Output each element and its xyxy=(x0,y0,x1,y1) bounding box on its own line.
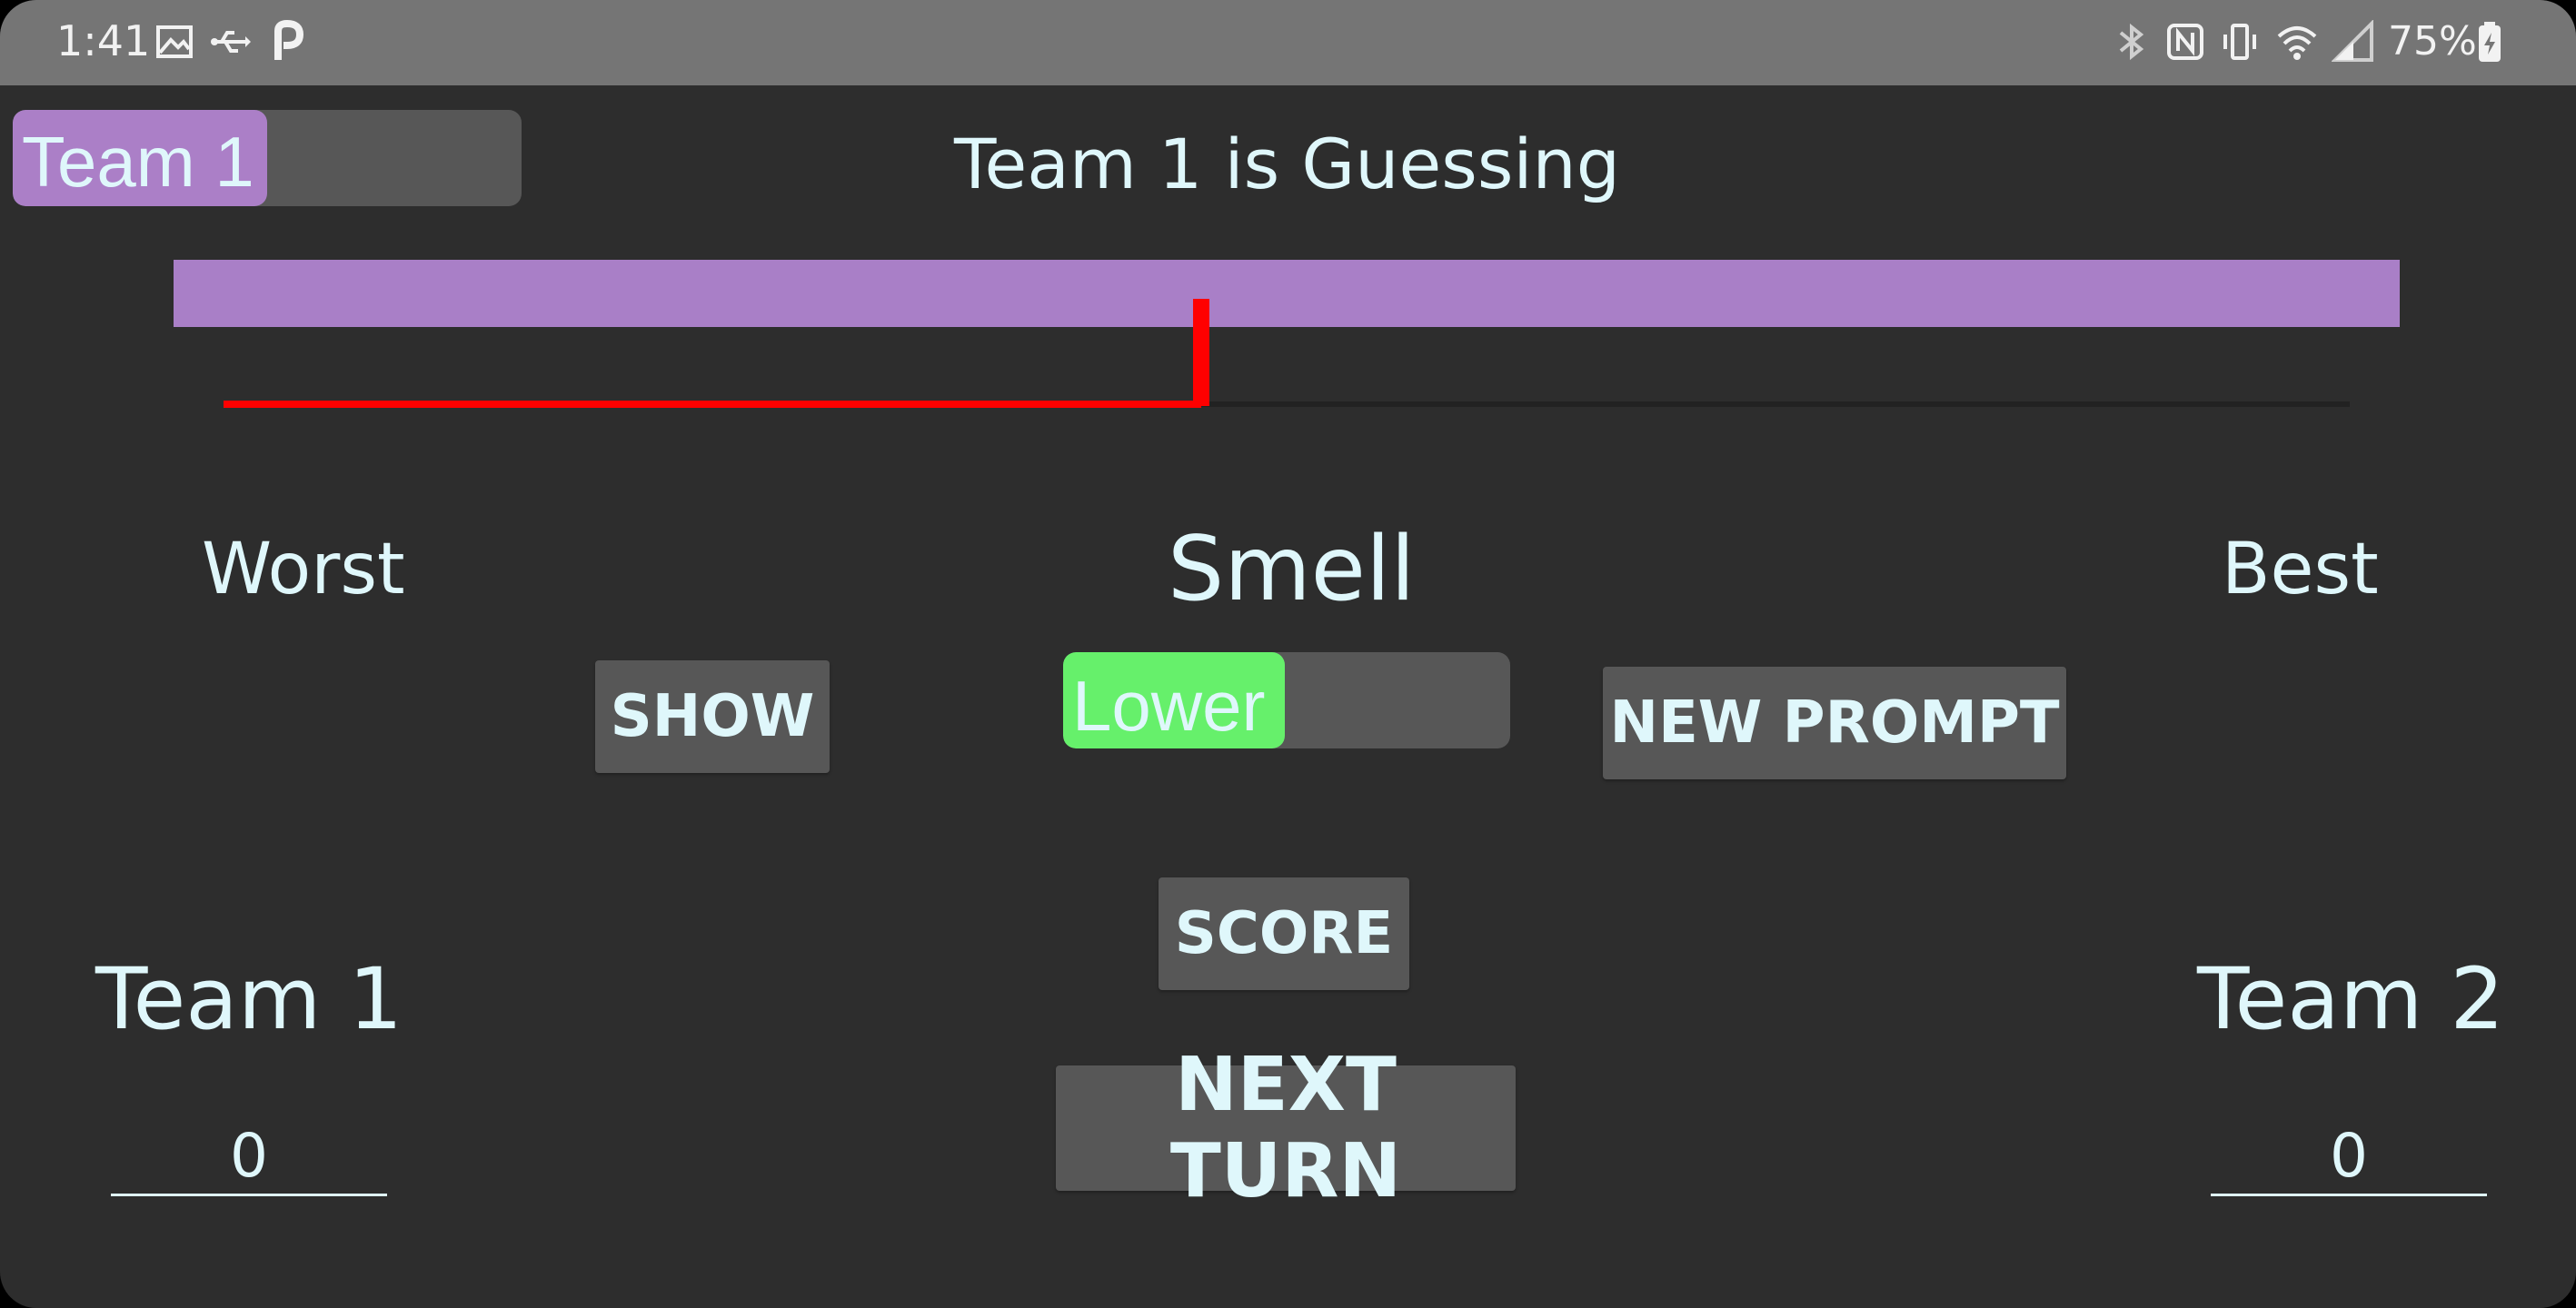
prompt-text: Smell xyxy=(1168,518,1416,621)
guessing-title: Team 1 is Guessing xyxy=(954,124,1620,204)
next-turn-button[interactable]: NEXT TURN xyxy=(1056,1042,1516,1214)
bluetooth-icon xyxy=(2110,20,2153,64)
team-toggle[interactable]: Team 1 xyxy=(13,110,522,206)
status-bar: 1:41 75% xyxy=(0,0,2576,85)
lower-higher-toggle[interactable]: Lower xyxy=(1063,652,1510,748)
team1-score-field[interactable]: 0 xyxy=(111,1119,387,1196)
show-button[interactable]: SHOW xyxy=(595,660,830,773)
battery-percent: 75% xyxy=(2388,18,2477,64)
image-icon xyxy=(153,20,196,64)
nfc-icon xyxy=(2163,20,2207,64)
team2-name: Team 2 xyxy=(2197,950,2505,1049)
guess-slider-thumb[interactable] xyxy=(1193,299,1210,406)
usb-icon xyxy=(207,20,251,64)
guess-slider-fill xyxy=(224,401,1202,408)
team2-score-field[interactable]: 0 xyxy=(2211,1119,2487,1196)
team-toggle-label: Team 1 xyxy=(22,122,254,202)
vibrate-icon xyxy=(2218,20,2262,64)
battery-charging-icon xyxy=(2468,20,2511,64)
new-prompt-button[interactable]: NEW PROMPT xyxy=(1603,667,2066,779)
lower-toggle-label: Lower xyxy=(1072,666,1266,746)
app-screen: 1:41 75% Team 1 Team 1 is Guessing Worst… xyxy=(0,0,2576,1308)
scale-left-label: Worst xyxy=(202,529,405,610)
score-button[interactable]: SCORE xyxy=(1159,877,1409,990)
team1-name: Team 1 xyxy=(95,950,403,1049)
scale-right-label: Best xyxy=(2222,529,2379,610)
p-app-icon xyxy=(265,19,309,64)
wifi-icon xyxy=(2275,20,2319,64)
guess-slider-bar[interactable] xyxy=(174,260,2400,327)
signal-icon xyxy=(2331,19,2375,64)
status-time: 1:41 xyxy=(56,16,151,65)
